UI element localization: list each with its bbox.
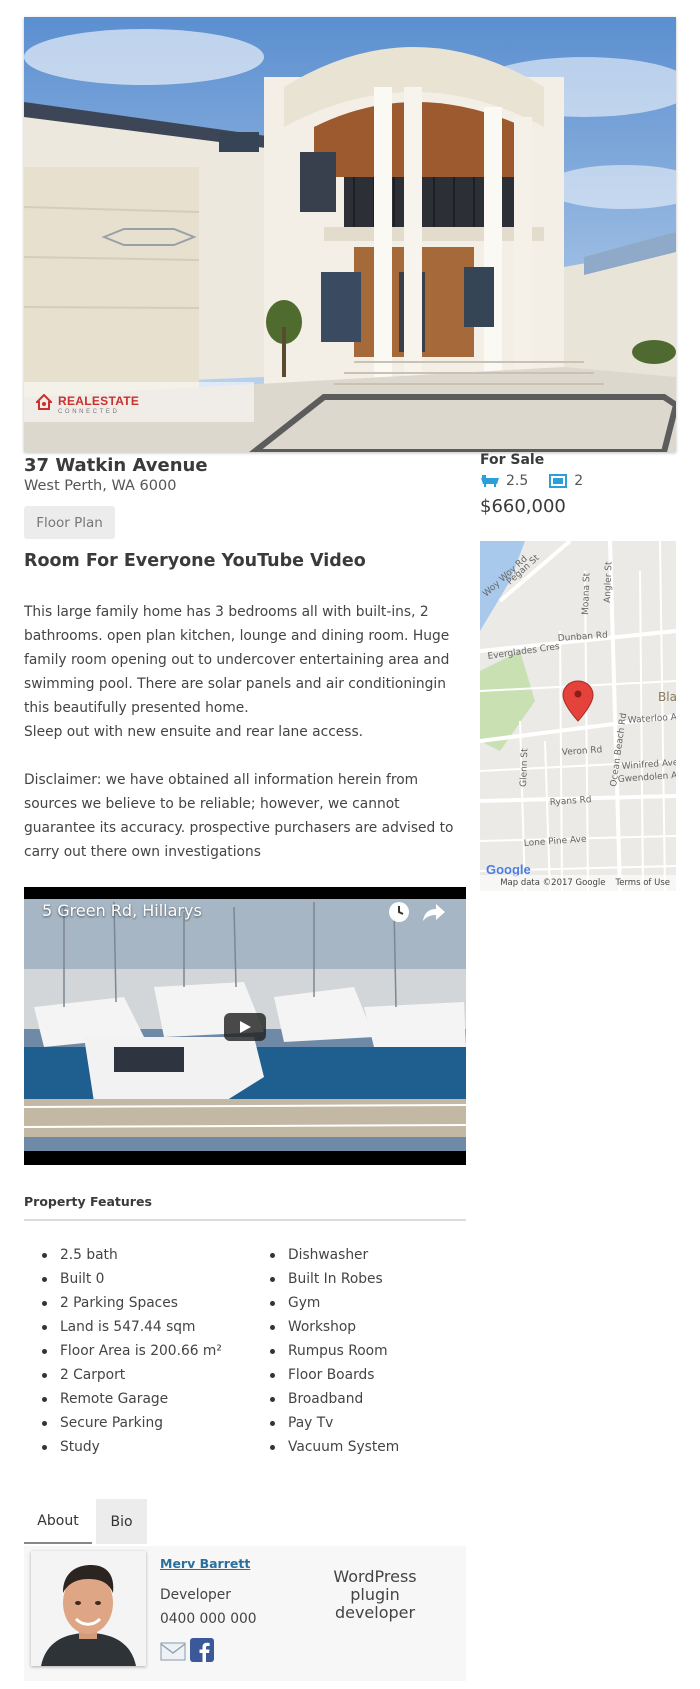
features-heading: Property Features [24, 1194, 152, 1209]
author-card: Merv Barrett Developer 0400 000 000 Word… [24, 1546, 466, 1681]
map-terms-link[interactable]: Terms of Use [615, 878, 670, 888]
tab-bio[interactable]: Bio [96, 1499, 147, 1544]
share-icon[interactable] [422, 901, 446, 923]
feature-item: Floor Area is 200.66 m² [42, 1339, 222, 1363]
listing-price: $660,000 [480, 496, 566, 517]
author-bio: WordPress plugin developer [333, 1567, 417, 1622]
map-data-credit: Map data ©2017 Google [500, 878, 606, 888]
logo-text: REALESTATE [58, 393, 140, 408]
agency-logo: REALESTATE CONNECTED [24, 382, 254, 422]
parking-count: 2 [574, 473, 584, 489]
feature-item: Pay Tv [269, 1411, 399, 1435]
features-divider [24, 1219, 466, 1221]
map-canvas: Woy Woy Rd Pegan St Moana St Angler St D… [480, 541, 676, 891]
features-list-right: Dishwasher Built In Robes Gym Workshop R… [269, 1243, 399, 1459]
feature-item: Remote Garage [42, 1387, 222, 1411]
listing-title: 37 Watkin Avenue [24, 455, 208, 476]
map-label: Moana St [581, 572, 592, 615]
author-tabs: About Bio [24, 1499, 147, 1544]
description-paragraph: This large family home has 3 bedrooms al… [24, 604, 450, 716]
feature-item: Rumpus Room [269, 1339, 399, 1363]
map-label: Angler St [603, 561, 614, 603]
feature-item: Built 0 [42, 1267, 222, 1291]
video-heading: Room For Everyone YouTube Video [24, 551, 366, 571]
logo-subtext: CONNECTED [58, 408, 120, 415]
author-role: Developer [160, 1587, 231, 1603]
feature-item: Dishwasher [269, 1243, 399, 1267]
feature-item: Land is 547.44 sqm [42, 1315, 222, 1339]
avatar [31, 1551, 146, 1666]
house-logo-icon [36, 394, 52, 410]
bathrooms-count: 2.5 [506, 473, 529, 489]
feature-item: 2 Parking Spaces [42, 1291, 222, 1315]
feature-item: Floor Boards [269, 1363, 399, 1387]
car-icon [549, 474, 568, 488]
listing-suburb: West Perth, WA 6000 [24, 478, 177, 494]
feature-item: Broadband [269, 1387, 399, 1411]
feature-item: Gym [269, 1291, 399, 1315]
listing-meta: 2.5 2 [480, 473, 597, 489]
bath-icon [481, 475, 499, 487]
location-map[interactable]: Woy Woy Rd Pegan St Moana St Angler St D… [480, 541, 676, 891]
features-list-left: 2.5 bath Built 0 2 Parking Spaces Land i… [42, 1243, 222, 1459]
feature-item: Built In Robes [269, 1267, 399, 1291]
youtube-video-embed[interactable]: 5 Green Rd, Hillarys [24, 887, 466, 1165]
author-phone: 0400 000 000 [160, 1611, 257, 1627]
property-hero-image[interactable]: REALESTATE CONNECTED [24, 17, 676, 452]
map-label: Bla [658, 690, 676, 704]
feature-item: 2.5 bath [42, 1243, 222, 1267]
map-label: Glenn St [519, 748, 530, 787]
facebook-icon[interactable] [190, 1638, 214, 1662]
author-name-link[interactable]: Merv Barrett [160, 1556, 250, 1571]
disclaimer-paragraph: Disclaimer: we have obtained all informa… [24, 772, 454, 860]
feature-item: Study [42, 1435, 222, 1459]
floor-plan-button[interactable]: Floor Plan [24, 506, 115, 539]
author-photo [31, 1551, 146, 1666]
video-title[interactable]: 5 Green Rd, Hillarys [42, 901, 202, 920]
email-icon[interactable] [160, 1640, 186, 1662]
feature-item: 2 Carport [42, 1363, 222, 1387]
description-paragraph: Sleep out with new ensuite and rear lane… [24, 724, 364, 740]
feature-item: Secure Parking [42, 1411, 222, 1435]
listing-status: For Sale [480, 452, 545, 468]
listing-description: This large family home has 3 bedrooms al… [24, 600, 469, 864]
tab-about[interactable]: About [24, 1499, 92, 1544]
map-footer: Map data ©2017 Google Terms of Use [480, 875, 676, 891]
play-button[interactable] [224, 1013, 266, 1041]
feature-item: Workshop [269, 1315, 399, 1339]
play-icon [240, 1021, 251, 1033]
feature-item: Vacuum System [269, 1435, 399, 1459]
clock-icon[interactable] [388, 901, 410, 923]
